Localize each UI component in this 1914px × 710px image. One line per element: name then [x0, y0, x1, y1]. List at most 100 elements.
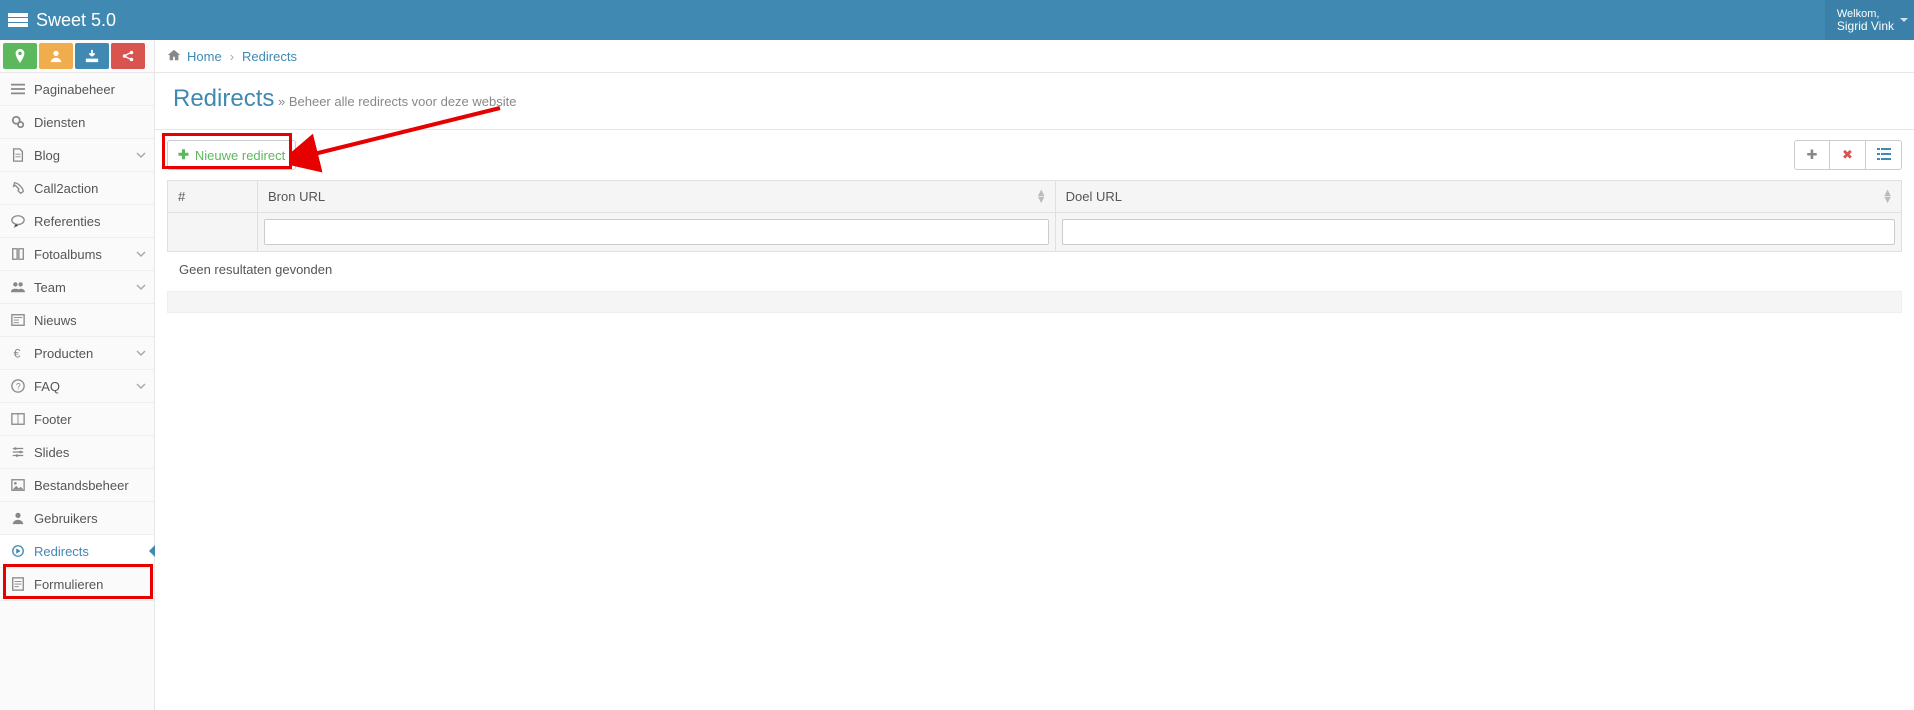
- topbar: Sweet 5.0 Welkom, Sigrid Vink: [0, 0, 1914, 40]
- main: Home › Redirects Redirects Beheer alle r…: [155, 40, 1914, 710]
- sidebar-item-referenties[interactable]: Referenties: [0, 205, 154, 238]
- list-view-button[interactable]: [1866, 140, 1902, 170]
- col-source[interactable]: Bron URL ▲▼: [258, 181, 1056, 213]
- sidebar-item-label: Footer: [34, 412, 72, 427]
- user-icon: [10, 511, 26, 525]
- caret-down-icon: [1900, 13, 1908, 27]
- sort-icon: ▲▼: [1036, 190, 1047, 204]
- sidebar-item-label: Nieuws: [34, 313, 77, 328]
- sidebar-item-label: Diensten: [34, 115, 85, 130]
- news-icon: [10, 313, 26, 327]
- sort-icon: ▲▼: [1882, 190, 1893, 204]
- sidebar-item-label: Formulieren: [34, 577, 103, 592]
- brand-title: Sweet 5.0: [36, 10, 116, 31]
- sidebar-item-diensten[interactable]: Diensten: [0, 106, 154, 139]
- sidebar-item-label: Gebruikers: [34, 511, 98, 526]
- users-icon: [10, 280, 26, 294]
- plus-icon: ✚: [1807, 147, 1818, 163]
- doc-icon: [10, 148, 26, 162]
- sliders-icon: [10, 445, 26, 459]
- question-icon: ?: [10, 379, 26, 393]
- sidebar-item-paginabeheer[interactable]: Paginabeheer: [0, 73, 154, 106]
- bars-icon: [10, 82, 26, 96]
- phone-icon: [10, 181, 26, 195]
- col-number[interactable]: #: [168, 181, 258, 213]
- sidebar-item-label: Bestandsbeheer: [34, 478, 129, 493]
- chevron-down-icon: [136, 148, 146, 163]
- sidebar-item-label: Producten: [34, 346, 93, 361]
- sidebar-item-label: Paginabeheer: [34, 82, 115, 97]
- new-redirect-label: Nieuwe redirect: [195, 148, 285, 163]
- filter-target-input[interactable]: [1062, 219, 1895, 245]
- sidebar-item-label: Blog: [34, 148, 60, 163]
- chevron-down-icon: [136, 247, 146, 262]
- breadcrumb: Home › Redirects: [155, 40, 1914, 73]
- table-footer-strip: [167, 291, 1902, 313]
- sidebar-item-redirects[interactable]: Redirects: [0, 535, 154, 568]
- sidebar-item-fotoalbums[interactable]: Fotoalbums: [0, 238, 154, 271]
- chat-icon: [10, 214, 26, 228]
- sidebar-item-label: Slides: [34, 445, 69, 460]
- list-icon: [1877, 148, 1891, 163]
- no-results-text: Geen resultaten gevonden: [167, 252, 1902, 287]
- sidebar-item-call2action[interactable]: Call2action: [0, 172, 154, 205]
- user-welcome: Welkom,: [1837, 8, 1894, 20]
- svg-text:?: ?: [16, 382, 21, 392]
- col-target[interactable]: Doel URL ▲▼: [1055, 181, 1901, 213]
- euro-icon: €: [10, 346, 26, 360]
- page-title: Redirects: [173, 85, 274, 112]
- sidebar-item-blog[interactable]: Blog: [0, 139, 154, 172]
- add-button[interactable]: ✚: [1794, 140, 1830, 170]
- page-title-area: Redirects Beheer alle redirects voor dez…: [155, 73, 1914, 130]
- sidebar-item-footer[interactable]: Footer: [0, 403, 154, 436]
- image-icon: [10, 478, 26, 492]
- close-icon: ✖: [1842, 147, 1853, 163]
- sidebar-item-slides[interactable]: Slides: [0, 436, 154, 469]
- redirect-icon: [10, 544, 26, 558]
- sidebar-item-gebruikers[interactable]: Gebruikers: [0, 502, 154, 535]
- sidebar-item-label: Fotoalbums: [34, 247, 102, 262]
- user-menu[interactable]: Welkom, Sigrid Vink: [1825, 0, 1914, 40]
- delete-button[interactable]: ✖: [1830, 140, 1866, 170]
- quick-buttons: [0, 40, 154, 73]
- sidebar-item-formulieren[interactable]: Formulieren: [0, 568, 154, 601]
- quick-share-button[interactable]: [111, 43, 145, 69]
- home-icon: [167, 48, 181, 65]
- sidebar-menu: Paginabeheer Diensten Blog Call2action Refer…: [0, 73, 154, 601]
- breadcrumb-separator: ›: [230, 49, 234, 64]
- columns-icon: [10, 412, 26, 426]
- new-redirect-button[interactable]: ✚ Nieuwe redirect: [167, 140, 296, 170]
- page-subtitle: Beheer alle redirects voor deze website: [278, 94, 516, 109]
- sidebar-item-nieuws[interactable]: Nieuws: [0, 304, 154, 337]
- sidebar-item-label: Call2action: [34, 181, 98, 196]
- chevron-down-icon: [136, 280, 146, 295]
- sidebar: Paginabeheer Diensten Blog Call2action Refer…: [0, 40, 155, 710]
- breadcrumb-home-link[interactable]: Home: [187, 49, 222, 64]
- book-icon: [10, 247, 26, 261]
- gears-icon: [10, 115, 26, 129]
- logo-icon: [8, 13, 28, 27]
- filter-source-input[interactable]: [264, 219, 1049, 245]
- quick-download-button[interactable]: [75, 43, 109, 69]
- sidebar-item-label: FAQ: [34, 379, 60, 394]
- sidebar-item-faq[interactable]: ? FAQ: [0, 370, 154, 403]
- toolbar-buttons: ✚ ✖: [1794, 140, 1902, 170]
- sidebar-item-label: Team: [34, 280, 66, 295]
- user-name: Sigrid Vink: [1837, 20, 1894, 33]
- quick-user-button[interactable]: [39, 43, 73, 69]
- sidebar-item-bestandsbeheer[interactable]: Bestandsbeheer: [0, 469, 154, 502]
- quick-pin-button[interactable]: [3, 43, 37, 69]
- chevron-down-icon: [136, 346, 146, 361]
- filter-num-cell: [168, 213, 258, 252]
- sidebar-item-producten[interactable]: € Producten: [0, 337, 154, 370]
- form-icon: [10, 577, 26, 591]
- plus-icon: ✚: [178, 147, 189, 163]
- sidebar-item-team[interactable]: Team: [0, 271, 154, 304]
- toolbar: ✚ Nieuwe redirect ✚ ✖: [155, 130, 1914, 180]
- sidebar-item-label: Redirects: [34, 544, 89, 559]
- sidebar-item-label: Referenties: [34, 214, 100, 229]
- svg-text:€: €: [14, 346, 21, 360]
- chevron-down-icon: [136, 379, 146, 394]
- redirects-table: # Bron URL ▲▼ Doel URL ▲▼: [167, 180, 1902, 252]
- breadcrumb-current-link[interactable]: Redirects: [242, 49, 297, 64]
